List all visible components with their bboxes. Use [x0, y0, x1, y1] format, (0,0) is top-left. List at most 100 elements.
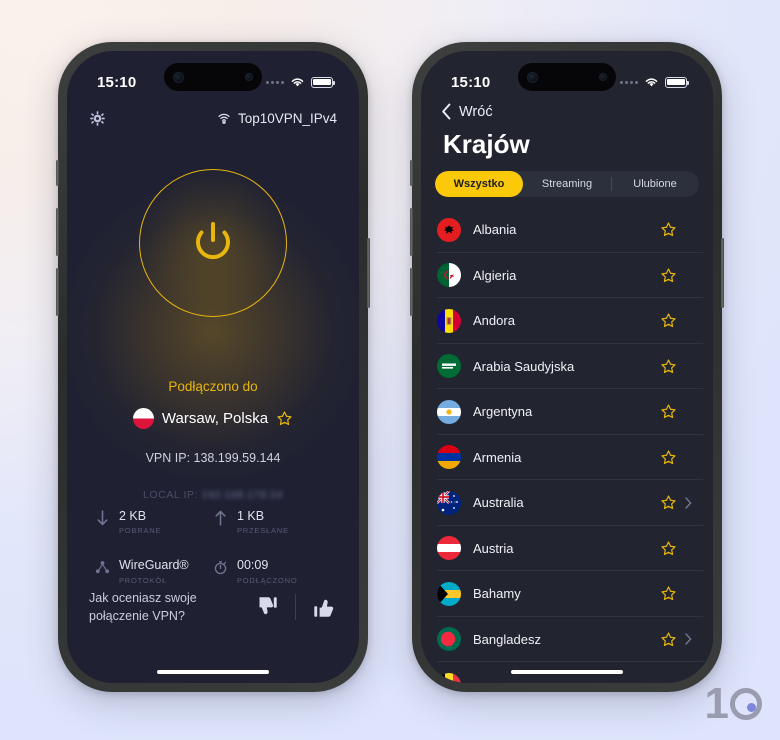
star-outline-icon[interactable]	[660, 540, 677, 557]
country-name: Bangladesz	[473, 631, 541, 647]
battery-icon	[311, 76, 335, 88]
signal-dots-icon	[620, 80, 638, 84]
star-outline-icon[interactable]	[660, 312, 677, 329]
country-list[interactable]: Albania Algieria Andora Arabia Saudyjska…	[421, 207, 713, 683]
volume-down-button[interactable]	[410, 268, 413, 316]
country-name: Australia	[473, 495, 524, 511]
star-outline-icon[interactable]	[660, 403, 677, 420]
rating-divider	[295, 593, 296, 620]
back-label: Wróć	[459, 103, 493, 120]
flag-austria	[437, 536, 461, 561]
thumbs-up-icon[interactable]	[311, 594, 337, 620]
star-outline-icon[interactable]	[660, 358, 677, 375]
tab-wszystko[interactable]: Wszystko	[435, 171, 523, 197]
page-title: Krajów	[443, 129, 530, 159]
thumbs-down-icon[interactable]	[254, 594, 280, 620]
stopwatch-icon	[214, 561, 227, 575]
star-outline-icon[interactable]	[660, 494, 677, 511]
stat-value: 1 KB	[237, 509, 265, 523]
table-row[interactable]: Bangladesz	[421, 617, 713, 663]
country-name: Bahamy	[473, 586, 521, 602]
tab-streaming[interactable]: Streaming	[523, 171, 611, 197]
chevron-left-icon	[442, 103, 451, 120]
flag-australia	[437, 490, 461, 515]
table-row[interactable]: Bahamy	[421, 571, 713, 617]
flag-bahamas	[437, 581, 461, 606]
flag-belgium	[437, 672, 461, 683]
flag-andorra	[437, 308, 461, 333]
camera-lens-icon	[527, 71, 538, 83]
table-row[interactable]: Albania	[421, 207, 713, 253]
silent-switch[interactable]	[56, 160, 59, 186]
gear-icon[interactable]	[89, 110, 106, 127]
connected-location[interactable]: Warsaw, Polska	[67, 408, 359, 429]
flag-algeria	[437, 263, 461, 288]
country-name: Algieria	[473, 267, 517, 283]
stat-label: POBRANE	[119, 526, 162, 536]
country-name: Albania	[473, 222, 517, 238]
star-outline-icon[interactable]	[276, 410, 293, 427]
stat-label: PROTOKÓŁ	[119, 575, 167, 585]
flag-argentina	[437, 399, 461, 424]
home-indicator[interactable]	[511, 669, 623, 674]
star-outline-icon[interactable]	[660, 585, 677, 602]
country-name: Argentyna	[473, 404, 533, 420]
top10vpn-logo: 1	[705, 682, 762, 726]
country-name: Armenia	[473, 449, 522, 465]
back-button[interactable]: Wróć	[441, 103, 493, 120]
dynamic-island	[518, 63, 616, 91]
status-time: 15:10	[97, 73, 137, 91]
table-row[interactable]: Andora	[421, 298, 713, 344]
chevron-right-icon[interactable]	[681, 497, 695, 509]
side-power-button[interactable]	[721, 238, 724, 308]
home-indicator[interactable]	[157, 669, 269, 674]
tab-ulubione[interactable]: Ulubione	[611, 171, 699, 197]
network-name: Top10VPN_IPv4	[237, 110, 337, 126]
stat-protocol: WireGuard® PROTOKÓŁ	[95, 558, 213, 585]
vpn-power-button[interactable]	[139, 169, 287, 317]
flag-bangladesh	[437, 627, 461, 652]
volume-up-button[interactable]	[56, 208, 59, 256]
table-row[interactable]: Austria	[421, 526, 713, 572]
filter-tabs: Wszystko Streaming Ulubione	[435, 171, 699, 197]
network-indicator: Top10VPN_IPv4	[217, 111, 337, 126]
power-icon	[196, 222, 230, 260]
volume-up-button[interactable]	[410, 208, 413, 256]
table-row[interactable]: Armenia	[421, 435, 713, 481]
star-outline-icon[interactable]	[660, 449, 677, 466]
chevron-right-icon[interactable]	[681, 633, 695, 645]
wifi-lock-icon	[218, 113, 230, 124]
side-power-button[interactable]	[367, 238, 370, 308]
stat-uploaded: 1 KB PRZESŁANE	[213, 509, 331, 535]
star-outline-icon[interactable]	[660, 221, 677, 238]
phone-left: 15:10 Top10VPN_IPv4 Podłączono do Warsaw…	[56, 42, 370, 692]
table-row[interactable]: Australia	[421, 480, 713, 526]
volume-down-button[interactable]	[56, 268, 59, 316]
tab-separator	[611, 177, 612, 191]
rating-question: Jak oceniasz swoje połączenie VPN?	[89, 589, 197, 625]
stat-value: 00:09	[237, 558, 269, 573]
local-ip-value: 192.168.178.24	[201, 489, 284, 501]
country-name: Austria	[473, 540, 514, 556]
wifi-icon	[645, 78, 658, 87]
camera-lens-icon	[173, 71, 184, 83]
arrow-down-icon	[97, 510, 108, 526]
arrow-up-icon	[215, 510, 226, 526]
table-row[interactable]: Algieria	[421, 253, 713, 299]
app-top-bar: Top10VPN_IPv4	[67, 101, 359, 135]
face-id-sensor-icon	[245, 73, 253, 81]
country-name: Andora	[473, 313, 515, 329]
vpn-ip: VPN IP: 138.199.59.144	[145, 451, 281, 465]
stat-value: 2 KB	[119, 509, 147, 523]
tab-label: Wszystko	[453, 178, 505, 190]
protocol-node-icon	[95, 561, 110, 574]
table-row[interactable]: Argentyna	[421, 389, 713, 435]
stat-label: PRZESŁANE	[237, 526, 289, 536]
star-outline-icon[interactable]	[660, 267, 677, 284]
flag-saudi-arabia	[437, 354, 461, 379]
dynamic-island	[164, 63, 262, 91]
silent-switch[interactable]	[410, 160, 413, 186]
star-outline-icon[interactable]	[660, 631, 677, 648]
battery-icon	[665, 76, 689, 88]
table-row[interactable]: Arabia Saudyjska	[421, 344, 713, 390]
